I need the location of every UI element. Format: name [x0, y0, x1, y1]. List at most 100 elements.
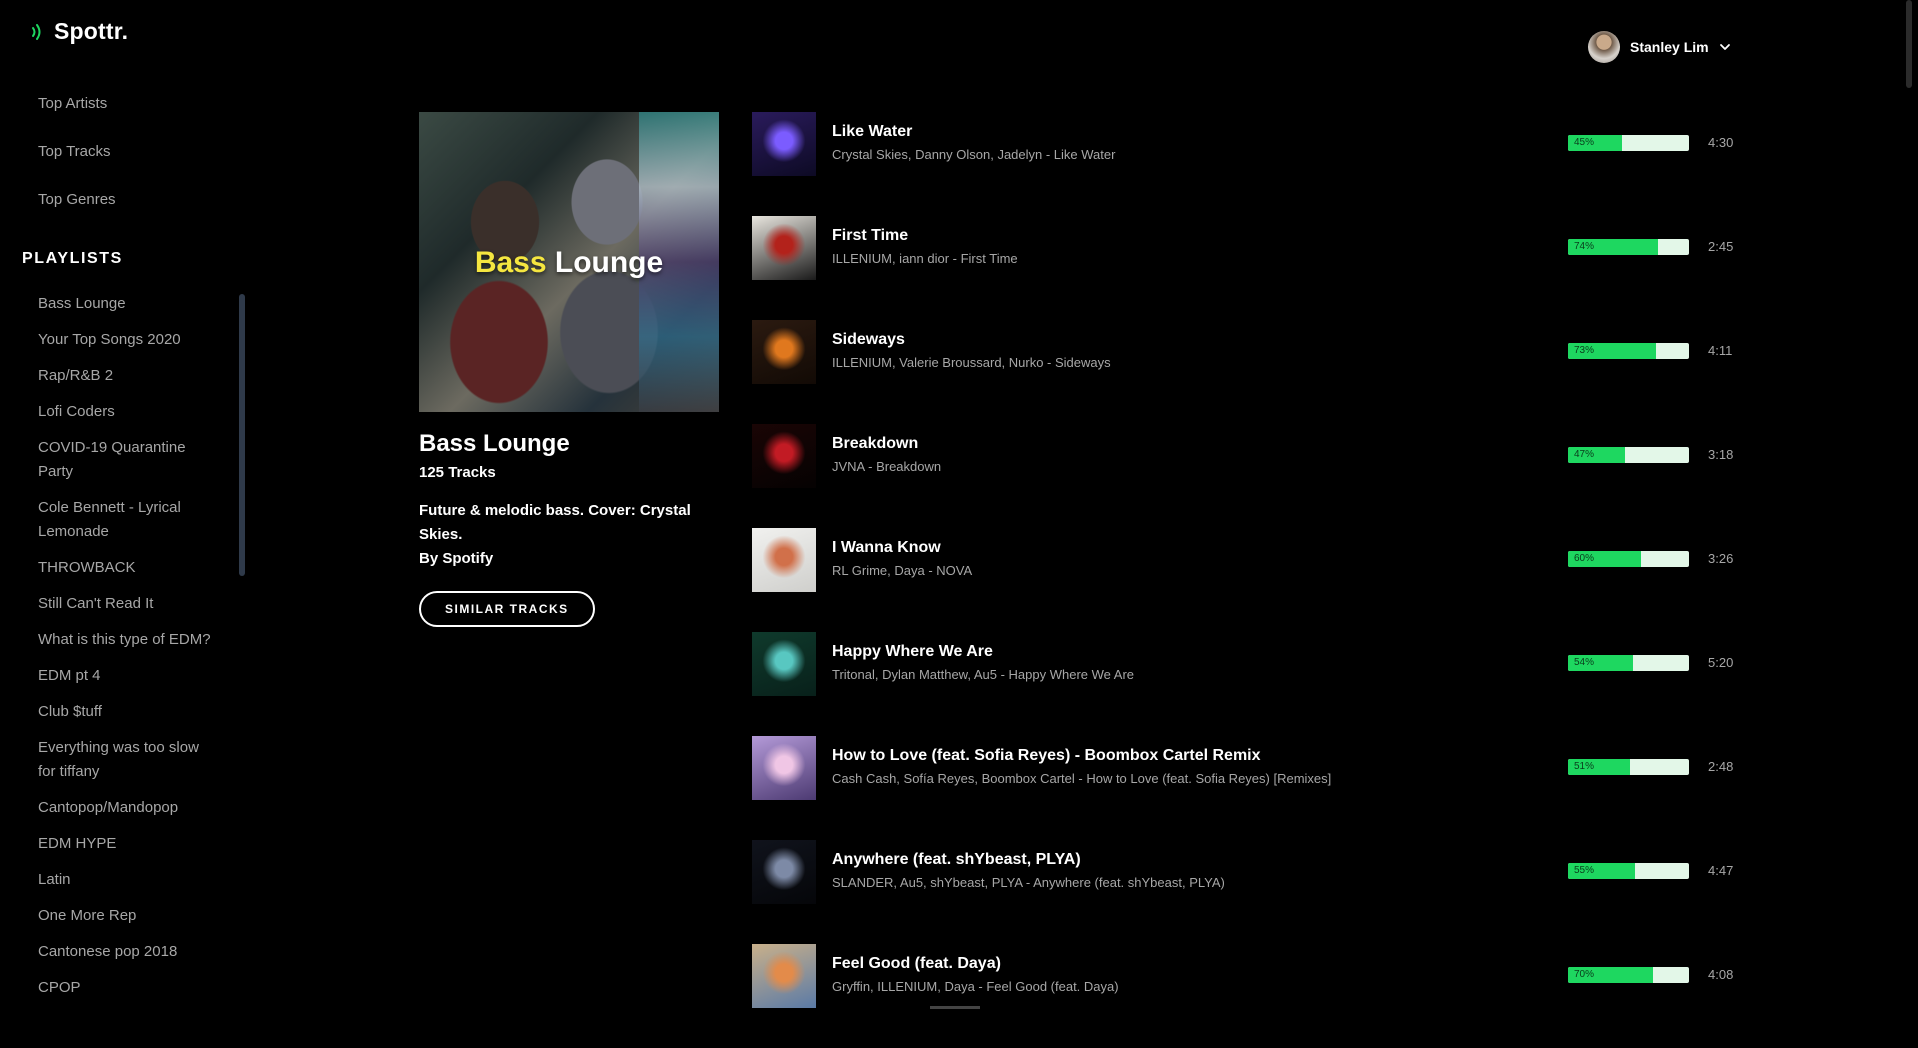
track-album-art[interactable]	[752, 840, 816, 904]
popularity-bar: 45%	[1568, 135, 1689, 151]
track-album-art[interactable]	[752, 944, 816, 1008]
popularity-bar: 55%	[1568, 863, 1689, 879]
track-title[interactable]: How to Love (feat. Sofia Reyes) - Boombo…	[832, 747, 1261, 765]
popularity-bar: 51%	[1568, 759, 1689, 775]
cover-title: Bass Lounge	[419, 246, 719, 280]
sound-waves-icon	[30, 20, 46, 44]
popularity-label: 47%	[1574, 447, 1594, 463]
playlist-details: Bass Lounge Bass Lounge 125 Tracks Futur…	[419, 112, 719, 627]
playlist-item[interactable]: Everything was too slow for tiffany	[38, 736, 218, 784]
track-title[interactable]: Breakdown	[832, 435, 918, 453]
popularity-label: 51%	[1574, 759, 1594, 775]
popularity-label: 54%	[1574, 655, 1594, 671]
sidebar-scrollbar[interactable]	[239, 294, 245, 576]
popularity-bar: 70%	[1568, 967, 1689, 983]
track-album-art[interactable]	[752, 216, 816, 280]
track-duration: 3:26	[1708, 551, 1733, 567]
track-album-art[interactable]	[752, 112, 816, 176]
track-duration: 5:20	[1708, 655, 1733, 671]
track-artists: SLANDER, Au5, shYbeast, PLYA - Anywhere …	[832, 875, 1225, 890]
track-album-art[interactable]	[752, 424, 816, 488]
playlist-item[interactable]: COVID-19 Quarantine Party	[38, 436, 218, 484]
playlist-item[interactable]: Latin	[38, 868, 218, 892]
playlist-item[interactable]: Rap/R&B 2	[38, 364, 218, 388]
top-nav: Top Artists Top Tracks Top Genres	[38, 92, 116, 236]
popularity-label: 74%	[1574, 239, 1594, 255]
popularity-bar: 54%	[1568, 655, 1689, 671]
playlist-item[interactable]: One More Rep	[38, 904, 218, 928]
track-duration: 4:08	[1708, 967, 1733, 983]
app-logo[interactable]: Spottr.	[30, 18, 128, 45]
track-row[interactable]: Feel Good (feat. Daya) Gryffin, ILLENIUM,…	[752, 944, 1752, 1048]
cover-title-word-1: Bass	[475, 246, 547, 279]
track-row[interactable]: First TimeILLENIUM, iann dior - First Ti…	[752, 216, 1752, 320]
track-title[interactable]: Feel Good (feat. Daya)	[832, 955, 1001, 973]
page-scrollbar[interactable]	[1906, 0, 1912, 88]
track-duration: 4:30	[1708, 135, 1733, 151]
popularity-label: 70%	[1574, 967, 1594, 983]
cover-title-word-2: Lounge	[555, 246, 663, 279]
track-title[interactable]: First Time	[832, 227, 908, 245]
track-row[interactable]: SidewaysILLENIUM, Valerie Broussard, Nur…	[752, 320, 1752, 424]
avatar	[1588, 31, 1620, 63]
track-album-art[interactable]	[752, 320, 816, 384]
sidebar: Spottr. Top Artists Top Tracks Top Genre…	[0, 0, 250, 1009]
popularity-bar: 47%	[1568, 447, 1689, 463]
track-list: Like Water Crystal Skies, Danny Olson, Ja…	[752, 112, 1752, 1048]
track-count: 125 Tracks	[419, 464, 719, 481]
track-row[interactable]: How to Love (feat. Sofia Reyes) - Boombo…	[752, 736, 1752, 840]
playlist-item[interactable]: CPOP	[38, 976, 218, 1000]
user-menu[interactable]: Stanley Lim	[1588, 31, 1731, 63]
nav-item-top-artists[interactable]: Top Artists	[38, 92, 116, 140]
track-duration: 3:18	[1708, 447, 1733, 463]
similar-tracks-button[interactable]: SIMILAR TRACKS	[419, 591, 595, 627]
track-row[interactable]: Breakdown JVNA - Breakdown 47% 3:18	[752, 424, 1752, 528]
track-album-art[interactable]	[752, 528, 816, 592]
popularity-bar: 73%	[1568, 343, 1689, 359]
playlist-item[interactable]: EDM pt 4	[38, 664, 218, 688]
track-row[interactable]: Happy Where We Are Tritonal, Dylan Matthe…	[752, 632, 1752, 736]
track-artists: Gryffin, ILLENIUM, Daya - Feel Good (fea…	[832, 979, 1119, 994]
chevron-down-icon	[1719, 41, 1731, 53]
track-title[interactable]: I Wanna Know	[832, 539, 941, 557]
playlist-item[interactable]: Cantonese pop 2018	[38, 940, 218, 964]
track-title[interactable]: Happy Where We Are	[832, 643, 993, 661]
track-artists: JVNA - Breakdown	[832, 459, 941, 474]
popularity-label: 45%	[1574, 135, 1594, 151]
playlist-owner: By Spotify	[419, 547, 719, 571]
playlist-item[interactable]: Cole Bennett - Lyrical Lemonade	[38, 496, 218, 544]
playlist-item[interactable]: Still Can't Read It	[38, 592, 218, 616]
track-duration: 4:11	[1708, 343, 1732, 359]
track-duration: 2:48	[1708, 759, 1733, 775]
popularity-bar: 60%	[1568, 551, 1689, 567]
track-artists: Tritonal, Dylan Matthew, Au5 - Happy Whe…	[832, 667, 1134, 682]
track-album-art[interactable]	[752, 632, 816, 696]
popularity-bar: 74%	[1568, 239, 1689, 255]
track-duration: 4:47	[1708, 863, 1733, 879]
playlist-item[interactable]: What is this type of EDM?	[38, 628, 218, 652]
popularity-label: 60%	[1574, 551, 1594, 567]
track-row[interactable]: I Wanna KnowRL Grime, Daya - NOVA60%3:26	[752, 528, 1752, 632]
playlist-item[interactable]: Cantopop/Mandopop	[38, 796, 218, 820]
playlist-item[interactable]: THROWBACK	[38, 556, 218, 580]
track-title[interactable]: Anywhere (feat. shYbeast, PLYA)	[832, 851, 1081, 869]
playlist-list: Bass Lounge Your Top Songs 2020 Rap/R&B …	[38, 292, 218, 1012]
track-artists: Cash Cash, Sofía Reyes, Boombox Cartel -…	[832, 771, 1331, 786]
nav-item-top-tracks[interactable]: Top Tracks	[38, 140, 116, 188]
playlist-item[interactable]: EDM HYPE	[38, 832, 218, 856]
playlist-item[interactable]: Bass Lounge	[38, 292, 218, 316]
playlist-item[interactable]: Club $tuff	[38, 700, 218, 724]
track-row[interactable]: Like Water Crystal Skies, Danny Olson, Ja…	[752, 112, 1752, 216]
playlist-cover: Bass Lounge	[419, 112, 719, 412]
playlist-item[interactable]: Lofi Coders	[38, 400, 218, 424]
track-duration: 2:45	[1708, 239, 1733, 255]
logo-text: Spottr.	[54, 18, 128, 45]
track-title[interactable]: Sideways	[832, 331, 905, 349]
track-title[interactable]: Like Water	[832, 123, 912, 141]
playlist-item[interactable]: Your Top Songs 2020	[38, 328, 218, 352]
track-row[interactable]: Anywhere (feat. shYbeast, PLYA) SLANDER, …	[752, 840, 1752, 944]
track-album-art[interactable]	[752, 736, 816, 800]
track-artists: Crystal Skies, Danny Olson, Jadelyn - Li…	[832, 147, 1115, 162]
playlist-title: Bass Lounge	[419, 430, 719, 458]
nav-item-top-genres[interactable]: Top Genres	[38, 188, 116, 236]
